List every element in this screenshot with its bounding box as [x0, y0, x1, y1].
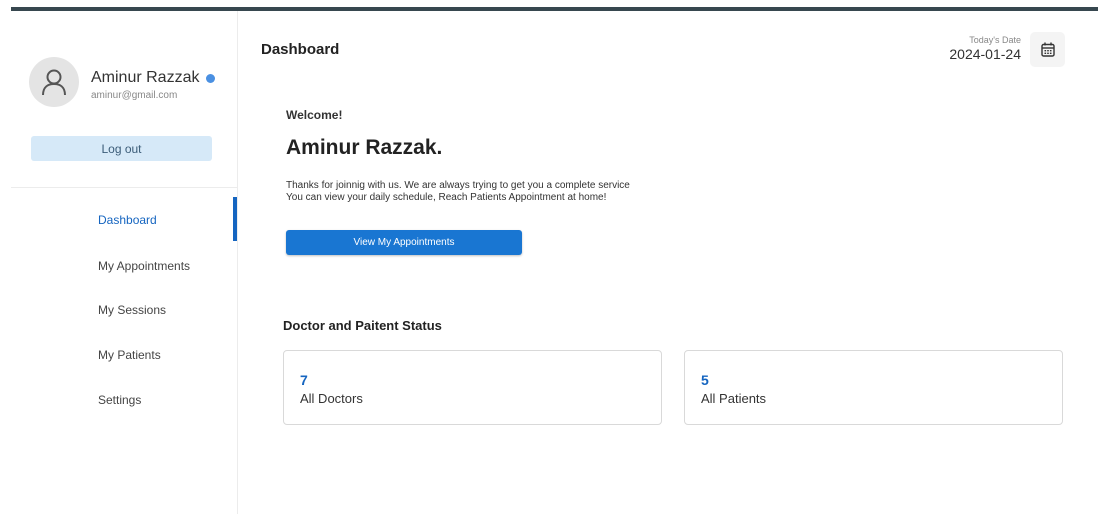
doctors-status-card[interactable]: 7 All Doctors — [283, 350, 662, 425]
sidebar: Aminur Razzak aminur@gmail.com Log out D… — [0, 11, 238, 514]
sidebar-item-dashboard[interactable]: Dashboard — [98, 213, 157, 227]
verified-badge-icon — [206, 74, 216, 83]
sidebar-item-my-sessions[interactable]: My Sessions — [98, 303, 166, 317]
user-name: Aminur Razzak — [91, 69, 216, 87]
welcome-text-line-2: You can view your daily schedule, Reach … — [286, 192, 607, 203]
sidebar-item-settings[interactable]: Settings — [98, 393, 141, 407]
welcome-heading: Welcome! — [286, 108, 343, 122]
user-email: aminur@gmail.com — [91, 90, 178, 101]
page-title: Dashboard — [261, 41, 340, 58]
status-section-title: Doctor and Paitent Status — [283, 318, 442, 333]
user-icon — [42, 69, 66, 96]
doctors-count: 7 — [300, 372, 308, 388]
sidebar-item-my-appointments[interactable]: My Appointments — [98, 259, 190, 273]
doctors-label: All Doctors — [300, 391, 363, 406]
patients-label: All Patients — [701, 391, 767, 406]
avatar — [29, 57, 79, 107]
welcome-text-line-1: Thanks for joinnig with us. We are alway… — [286, 180, 630, 191]
welcome-user-name: Aminur Razzak. — [286, 136, 443, 159]
date-value: 2024-01-24 — [949, 46, 1021, 62]
calendar-button[interactable] — [1030, 32, 1065, 67]
patients-status-card[interactable]: 5 All Patients — [684, 350, 1063, 425]
user-name-text: Aminur Razzak — [91, 69, 200, 86]
active-nav-indicator — [233, 197, 237, 241]
logout-button[interactable]: Log out — [31, 136, 212, 161]
view-appointments-button[interactable]: View My Appointments — [286, 230, 522, 255]
sidebar-divider — [11, 187, 238, 188]
sidebar-item-my-patients[interactable]: My Patients — [98, 348, 161, 362]
patients-count: 5 — [701, 372, 709, 388]
date-label: Today's Date — [969, 35, 1021, 45]
calendar-icon — [1040, 42, 1055, 57]
